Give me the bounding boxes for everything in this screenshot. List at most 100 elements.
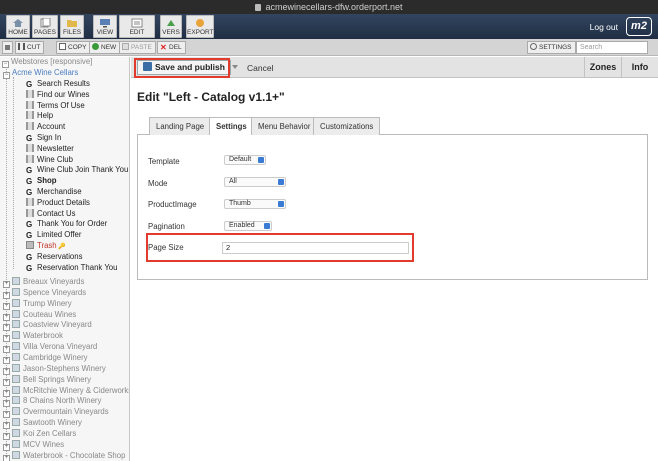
expand-icon[interactable]: −: [2, 61, 9, 68]
g-icon: G: [26, 188, 33, 197]
tree-store-label: Couteau Wines: [23, 309, 77, 319]
g-icon: G: [26, 231, 33, 241]
tree-page-label: Terms Of Use: [37, 100, 85, 110]
mode-select[interactable]: All: [224, 177, 286, 187]
tree-store-item[interactable]: + MCV Wines: [3, 439, 64, 451]
tree-store-item[interactable]: + Couteau Wines: [3, 309, 77, 321]
paste-button[interactable]: PASTE: [119, 41, 156, 54]
plus-icon: [92, 43, 99, 50]
productimage-label: ProductImage: [148, 200, 197, 209]
tree-store-item[interactable]: + Waterbrook: [3, 331, 63, 343]
tree-page-item[interactable]: G Search Results: [26, 79, 90, 90]
tree-store-item[interactable]: + Breaux Vineyards: [3, 277, 84, 288]
store-icon: [12, 363, 20, 372]
pages-button[interactable]: PAGES: [32, 15, 58, 38]
files-button[interactable]: FILES: [60, 15, 84, 38]
tree-page-item[interactable]: G Wine Club Join Thank You: [26, 165, 128, 176]
tree-page-item[interactable]: Account: [26, 122, 65, 133]
tree-page-item[interactable]: Help: [26, 111, 53, 122]
edit-icon: [131, 18, 143, 28]
tree-page-item[interactable]: Trash 🔑: [26, 241, 66, 252]
tree-store-label: Coastview Vineyard: [23, 320, 92, 330]
info-tab[interactable]: Info: [621, 57, 658, 78]
expand-icon[interactable]: +: [3, 454, 10, 461]
tree-store-item[interactable]: + Spence Vineyards: [3, 287, 87, 299]
delete-button[interactable]: ✕ DEL: [157, 41, 186, 54]
tree-store-current[interactable]: − Acme Wine Cellars: [3, 68, 78, 79]
tree-store-item[interactable]: + McRitchie Winery & Ciderworks: [3, 385, 129, 397]
copy-button[interactable]: COPY: [56, 41, 91, 54]
copy-icon: [59, 43, 66, 50]
tree-store-item[interactable]: + Overmountain Vineyards: [3, 407, 109, 419]
tree-page-item[interactable]: Newsletter: [26, 143, 74, 155]
tab-landing-page[interactable]: Landing Page: [149, 117, 212, 135]
cut-label: CUT: [27, 44, 41, 51]
home-label: HOME: [8, 29, 28, 36]
store-icon: [12, 352, 20, 361]
tree-store-item[interactable]: + Coastview Vineyard: [3, 320, 92, 332]
store-icon: [12, 439, 20, 448]
tree-page-item[interactable]: G Thank You for Order: [26, 219, 107, 230]
tree-page-item[interactable]: G Reservation Thank You: [26, 263, 117, 274]
tree-store-label: Bell Springs Winery: [23, 374, 92, 384]
tree-store-item[interactable]: + Waterbrook - Chocolate Shop: [3, 450, 126, 461]
tab-menu-behavior[interactable]: Menu Behavior: [251, 117, 318, 135]
tree-store-label: Waterbrook - Chocolate Shop: [23, 450, 126, 460]
tree-page-item[interactable]: G Merchandise: [26, 187, 82, 198]
home-button[interactable]: HOME: [6, 15, 30, 38]
g-icon: G: [26, 134, 33, 143]
tree-page-item[interactable]: G Limited Offer: [26, 230, 82, 241]
tree-store-item[interactable]: + Jason-Stephens Winery: [3, 363, 106, 375]
tree-root[interactable]: − Webstores [responsive]: [2, 57, 92, 68]
tree-store-label: Spence Vineyards: [23, 287, 87, 297]
edit-button[interactable]: EDIT: [119, 15, 155, 38]
tree-store-item[interactable]: + Bell Springs Winery: [3, 374, 92, 386]
template-select[interactable]: Default: [224, 155, 266, 165]
tree-page-label: Reservations: [37, 251, 83, 261]
page-icon: [26, 197, 34, 206]
tree-store-label: Acme Wine Cellars: [12, 68, 79, 77]
tree-store-label: Sawtooth Winery: [23, 418, 82, 428]
productimage-select[interactable]: Thumb: [224, 199, 286, 209]
tree-store-item[interactable]: + Cambridge Winery: [3, 352, 88, 364]
settings-button[interactable]: SETTINGS: [527, 41, 576, 54]
pagination-select[interactable]: Enabled: [224, 221, 272, 231]
page-icon: [26, 111, 34, 120]
search-input[interactable]: Search: [576, 41, 648, 54]
tree-page-item[interactable]: Wine Club: [26, 154, 73, 166]
tree-page-item[interactable]: G Shop: [26, 176, 57, 187]
tree-page-label: Limited Offer: [37, 230, 82, 240]
settings-label: SETTINGS: [539, 44, 572, 51]
collapse-button[interactable]: [2, 41, 13, 54]
template-label: Template: [148, 157, 180, 166]
tree-page-item[interactable]: G Sign In: [26, 133, 61, 144]
tree-page-item[interactable]: Product Details: [26, 197, 90, 209]
zones-tab[interactable]: Zones: [584, 57, 621, 78]
tab-customizations[interactable]: Customizations: [313, 117, 381, 135]
export-button[interactable]: EXPORT: [186, 15, 214, 38]
chevron-down-icon[interactable]: [232, 65, 238, 69]
tree-store-item[interactable]: + Sawtooth Winery: [3, 418, 82, 430]
logout-link[interactable]: Log out: [590, 22, 618, 32]
versions-button[interactable]: VERS: [160, 15, 182, 38]
editor-tabs: Landing Page Settings Menu Behavior Cust…: [137, 116, 648, 136]
trash-icon: [26, 241, 34, 249]
tree-store-item[interactable]: + Koi Zen Cellars: [3, 428, 76, 440]
pages-icon: [40, 18, 51, 28]
new-button[interactable]: NEW: [89, 41, 121, 54]
tree-store-item[interactable]: + Villa Verona Vineyard: [3, 342, 97, 354]
tree-page-item[interactable]: Find our Wines: [26, 89, 89, 101]
cancel-button[interactable]: Cancel: [247, 63, 273, 73]
tree-store-item[interactable]: + Trump Winery: [3, 298, 72, 310]
tree-store-item[interactable]: +8 Chains North Winery: [3, 396, 101, 408]
tree-page-item[interactable]: Terms Of Use: [26, 100, 85, 112]
tree-page-item[interactable]: Contact Us: [26, 208, 76, 220]
gear-icon: [530, 43, 537, 50]
tree-page-item[interactable]: G Reservations: [26, 252, 83, 263]
view-button[interactable]: VIEW: [93, 15, 117, 38]
expand-icon[interactable]: −: [3, 72, 10, 79]
tree-page-label: Product Details: [37, 197, 90, 207]
tab-settings[interactable]: Settings: [209, 117, 254, 136]
cut-button[interactable]: CUT: [15, 41, 45, 54]
toolbar: CUT COPY NEW PASTE ✕ DEL SETTINGS Search: [0, 39, 658, 56]
